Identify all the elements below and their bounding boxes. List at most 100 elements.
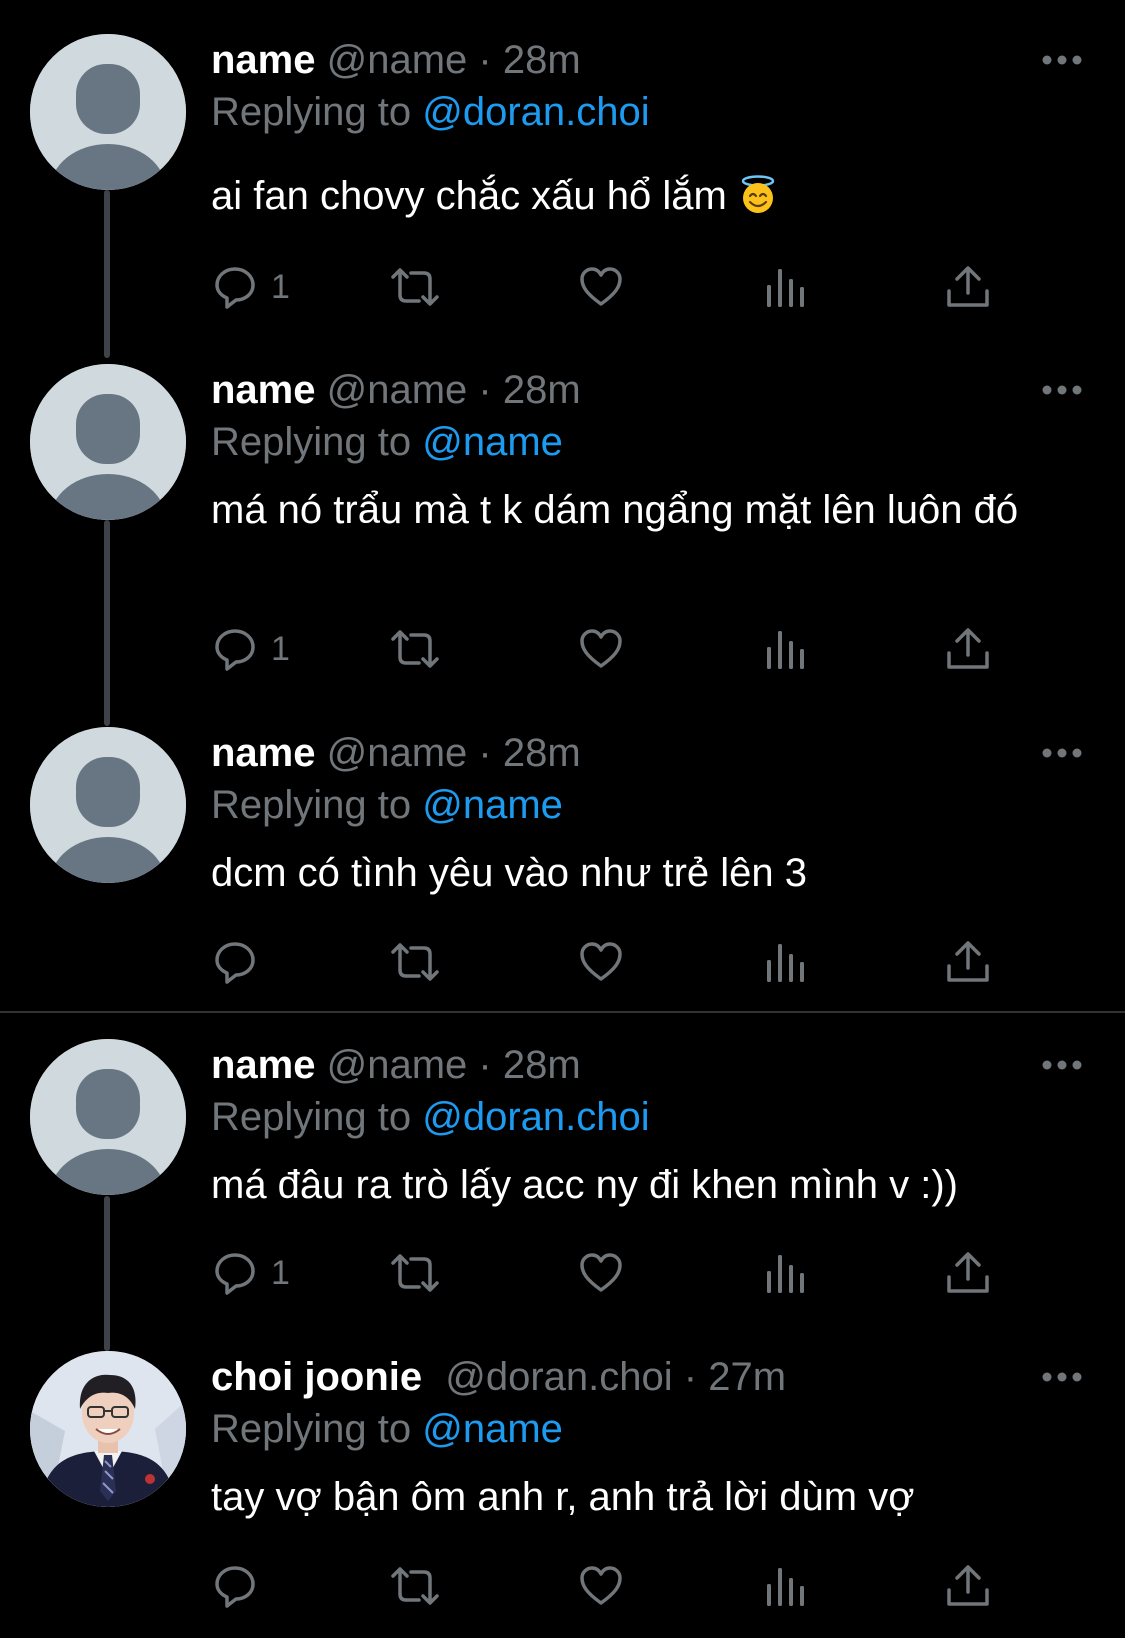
user-handle[interactable]: @name [327,731,468,775]
tweet-header: name @name · 28m [211,729,581,777]
tweet[interactable]: name @name · 28m Replying to @doran.choi… [0,0,1125,350]
reply-button[interactable] [211,1561,271,1611]
avatar[interactable] [30,34,186,190]
timestamp[interactable]: 28m [503,368,581,412]
retweet-button[interactable] [387,1561,443,1611]
share-button[interactable] [945,1248,991,1298]
default-profile-icon [30,364,186,520]
user-handle[interactable]: @name [327,38,468,82]
separator-dot: · [478,731,492,775]
bar-chart-icon [767,1255,804,1293]
avatar[interactable] [30,727,186,883]
mention-link[interactable]: @doran.choi [422,90,649,134]
tweet-header: name @name · 28m [211,36,581,84]
smiling-face-with-halo-emoji [741,175,775,213]
like-button[interactable] [577,937,625,987]
heart-icon [580,1566,622,1605]
mention-link[interactable]: @name [422,1407,563,1451]
tweet[interactable]: name @name · 28m Replying to @name dcm c… [0,713,1125,1011]
views-button[interactable] [764,937,808,987]
user-handle[interactable]: @name [327,368,468,412]
tweet[interactable]: choi joonie @doran.choi · 27m Replying t… [0,1337,1125,1638]
speech-bubble-icon [215,1253,255,1295]
avatar[interactable] [30,1351,186,1507]
replying-to: Replying to @name [211,418,563,466]
three-dots-icon [1042,55,1082,65]
like-button[interactable] [577,624,625,674]
display-name[interactable]: name [211,38,316,82]
tweet-header: choi joonie @doran.choi · 27m [211,1353,786,1401]
share-upload-icon [947,1565,989,1606]
timestamp[interactable]: 28m [503,38,581,82]
tweet-actions: 1 [211,1248,1011,1298]
more-options-button[interactable] [1040,50,1084,70]
tweet[interactable]: name @name · 28m Replying to @doran.choi… [0,1025,1125,1350]
bar-chart-icon [767,269,804,307]
reply-button[interactable]: 1 [211,262,290,312]
avatar[interactable] [30,364,186,520]
more-options-button[interactable] [1040,380,1084,400]
display-name[interactable]: name [211,731,316,775]
tweet-text: ai fan chovy chắc xấu hổ lắm [211,170,1071,222]
reply-button[interactable]: 1 [211,624,290,674]
tweet-text-content: tay vợ bận ôm anh r, anh trả lời dùm vợ [211,1475,915,1519]
timestamp[interactable]: 28m [503,731,581,775]
views-button[interactable] [764,262,808,312]
timestamp[interactable]: 28m [503,1043,581,1087]
bar-chart-icon [767,944,804,982]
retweet-button[interactable] [387,1248,443,1298]
retweet-button[interactable] [387,624,443,674]
share-upload-icon [947,1252,989,1293]
retweet-button[interactable] [387,262,443,312]
replying-to-label: Replying to [211,1095,412,1139]
like-button[interactable] [577,1561,625,1611]
mention-link[interactable]: @name [422,783,563,827]
conversation-divider [0,1011,1125,1013]
more-options-button[interactable] [1040,1055,1084,1075]
share-button[interactable] [945,1561,991,1611]
views-button[interactable] [764,624,808,674]
share-upload-icon [947,628,989,669]
more-options-button[interactable] [1040,743,1084,763]
separator-dot: · [478,1043,492,1087]
share-button[interactable] [945,624,991,674]
display-name[interactable]: name [211,368,316,412]
reply-button[interactable] [211,937,271,987]
avatar[interactable] [30,1039,186,1195]
user-handle[interactable]: @name [327,1043,468,1087]
reply-button[interactable]: 1 [211,1248,290,1298]
more-options-button[interactable] [1040,1367,1084,1387]
display-name[interactable]: choi joonie [211,1355,422,1399]
three-dots-icon [1042,385,1082,395]
tweet[interactable]: name @name · 28m Replying to @name má nó… [0,350,1125,720]
tweet-text-content: má đâu ra trò lấy acc ny đi khen mình v … [211,1163,958,1207]
tweet-actions: 1 [211,624,1011,674]
tweet-actions [211,937,1011,987]
user-handle[interactable]: @doran.choi [445,1355,672,1399]
heart-icon [580,267,622,306]
separator-dot: · [478,368,492,412]
like-button[interactable] [577,1248,625,1298]
views-button[interactable] [764,1561,808,1611]
tweet-actions [211,1561,1011,1611]
tweet-text-content: dcm có tình yêu vào như trẻ lên 3 [211,851,807,895]
bar-chart-icon [767,631,804,669]
mention-link[interactable]: @doran.choi [422,1095,649,1139]
retweet-arrows-icon [391,1254,439,1292]
share-button[interactable] [945,262,991,312]
replying-to-label: Replying to [211,783,412,827]
share-button[interactable] [945,937,991,987]
retweet-arrows-icon [391,630,439,668]
replying-to: Replying to @doran.choi [211,1093,650,1141]
like-button[interactable] [577,262,625,312]
display-name[interactable]: name [211,1043,316,1087]
three-dots-icon [1042,748,1082,758]
tweet-text: má nó trẩu mà t k dám ngẩng mặt lên luôn… [211,484,1071,536]
timestamp[interactable]: 27m [708,1355,786,1399]
retweet-button[interactable] [387,937,443,987]
views-button[interactable] [764,1248,808,1298]
three-dots-icon [1042,1060,1082,1070]
mention-link[interactable]: @name [422,420,563,464]
tweet-header: name @name · 28m [211,1041,581,1089]
profile-photo [30,1351,186,1507]
